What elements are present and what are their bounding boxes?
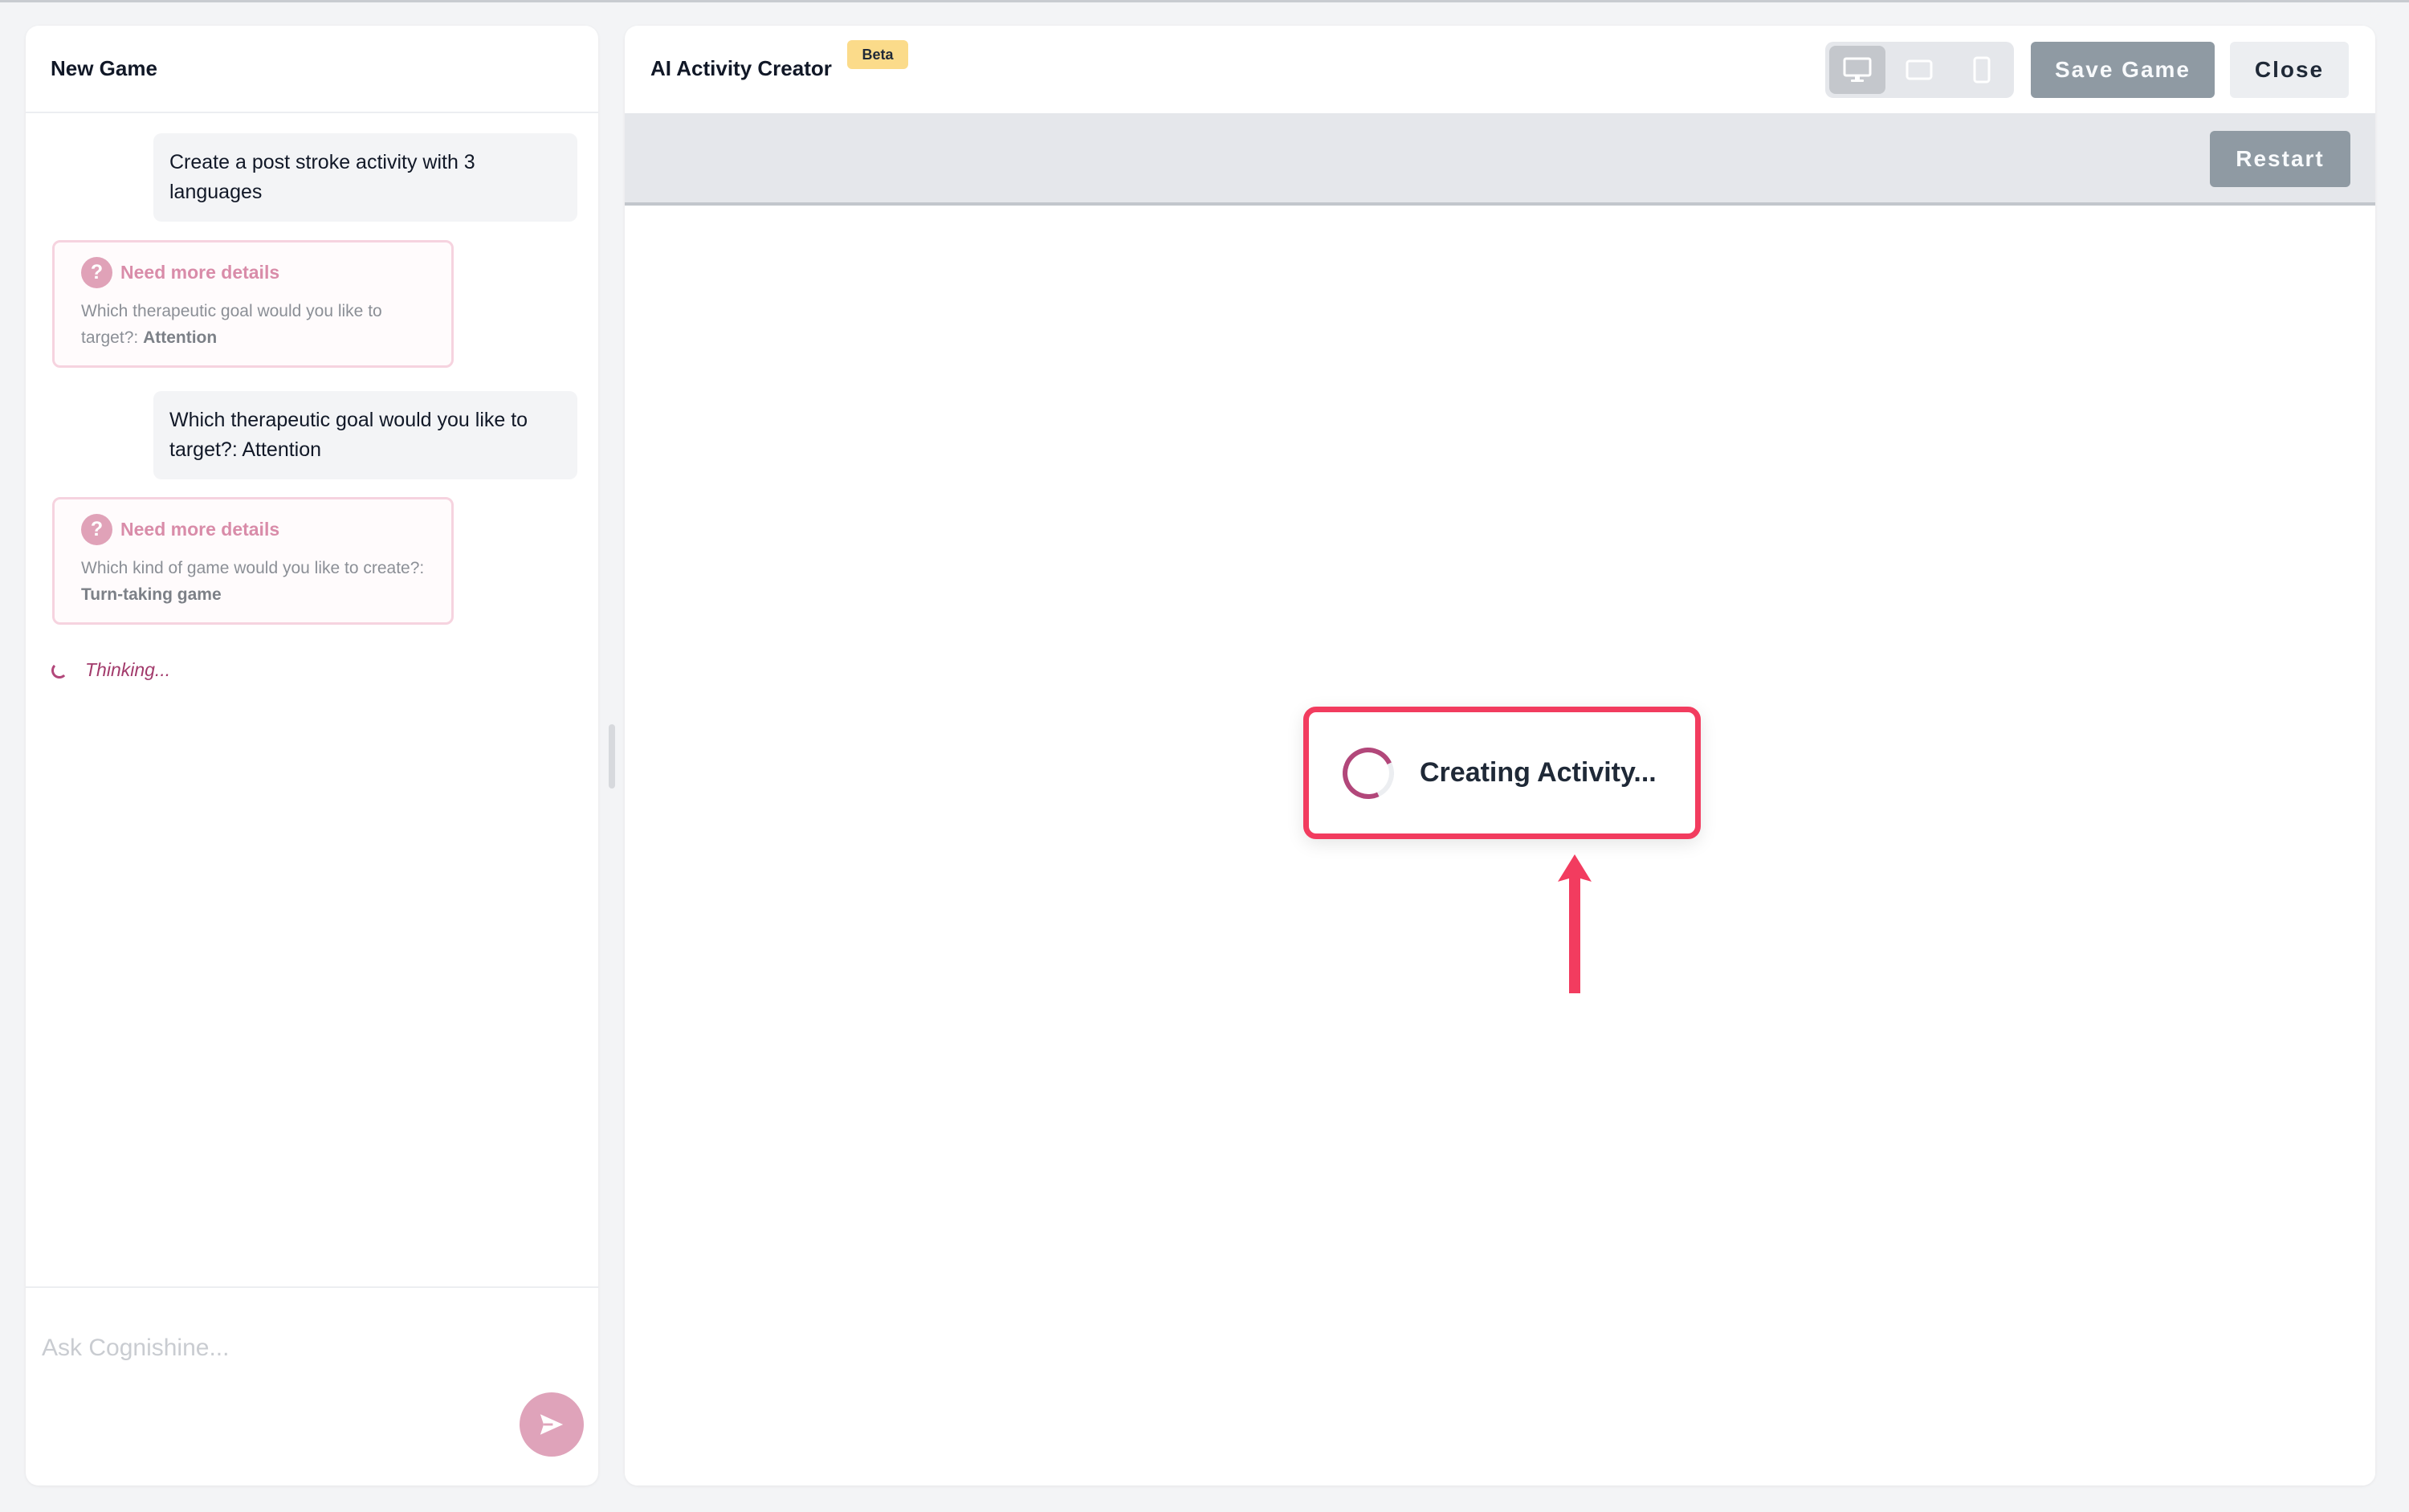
chat-input-area (26, 1286, 598, 1486)
clarification-body: Which therapeutic goal would you like to… (81, 298, 427, 351)
thinking-text: Thinking... (85, 659, 171, 680)
editor-panel: AI Activity Creator Beta Save Game Close… (625, 26, 2375, 1486)
assistant-clarification-card: ? Need more details Which therapeutic go… (52, 240, 454, 368)
mobile-icon (1973, 56, 1991, 84)
clarification-title: Need more details (120, 262, 280, 283)
send-button[interactable] (520, 1392, 584, 1457)
creating-activity-dialog: Creating Activity... (1303, 707, 1701, 839)
clarification-answer: Attention (143, 328, 218, 347)
close-button[interactable]: Close (2230, 42, 2349, 98)
thinking-indicator: Thinking... (51, 659, 170, 681)
preview-toolbar: Restart (625, 113, 2375, 206)
send-icon (540, 1414, 564, 1435)
question-icon: ? (81, 514, 112, 545)
mobile-view-button[interactable] (1954, 46, 2010, 94)
clarification-answer: Turn-taking game (81, 585, 222, 604)
chat-input[interactable] (42, 1328, 556, 1368)
device-preview-toggle (1825, 42, 2014, 98)
question-icon: ? (81, 257, 112, 288)
desktop-view-button[interactable] (1829, 46, 1885, 94)
chat-panel: New Game Create a post stroke activity w… (26, 26, 598, 1486)
clarification-question: Which kind of game would you like to cre… (81, 559, 425, 577)
clarification-title: Need more details (120, 519, 280, 540)
assistant-clarification-card: ? Need more details Which kind of game w… (52, 497, 454, 625)
clarification-header: ? Need more details (81, 514, 427, 545)
desktop-icon (1843, 57, 1872, 82)
user-message: Create a post stroke activity with 3 lan… (153, 133, 577, 222)
editor-title: AI Activity Creator (650, 56, 832, 80)
loading-text: Creating Activity... (1420, 757, 1657, 788)
editor-header: AI Activity Creator Beta Save Game Close (625, 26, 2375, 113)
beta-badge: Beta (847, 40, 908, 69)
loading-spinner-icon (51, 662, 67, 679)
panel-resize-handle[interactable] (609, 724, 615, 789)
activity-preview-canvas (625, 206, 2375, 1486)
tablet-view-button[interactable] (1891, 46, 1947, 94)
user-message: Which therapeutic goal would you like to… (153, 391, 577, 479)
restart-button[interactable]: Restart (2210, 131, 2350, 187)
save-game-button[interactable]: Save Game (2031, 42, 2215, 98)
tablet-icon (1906, 59, 1933, 80)
loading-spinner-icon (1335, 740, 1402, 806)
clarification-question: Which therapeutic goal would you like to… (81, 302, 382, 347)
clarification-body: Which kind of game would you like to cre… (81, 555, 427, 608)
window-top-border (0, 0, 2409, 2)
clarification-header: ? Need more details (81, 257, 427, 288)
chat-title: New Game (26, 26, 598, 113)
annotation-arrow-icon (1558, 854, 1592, 993)
